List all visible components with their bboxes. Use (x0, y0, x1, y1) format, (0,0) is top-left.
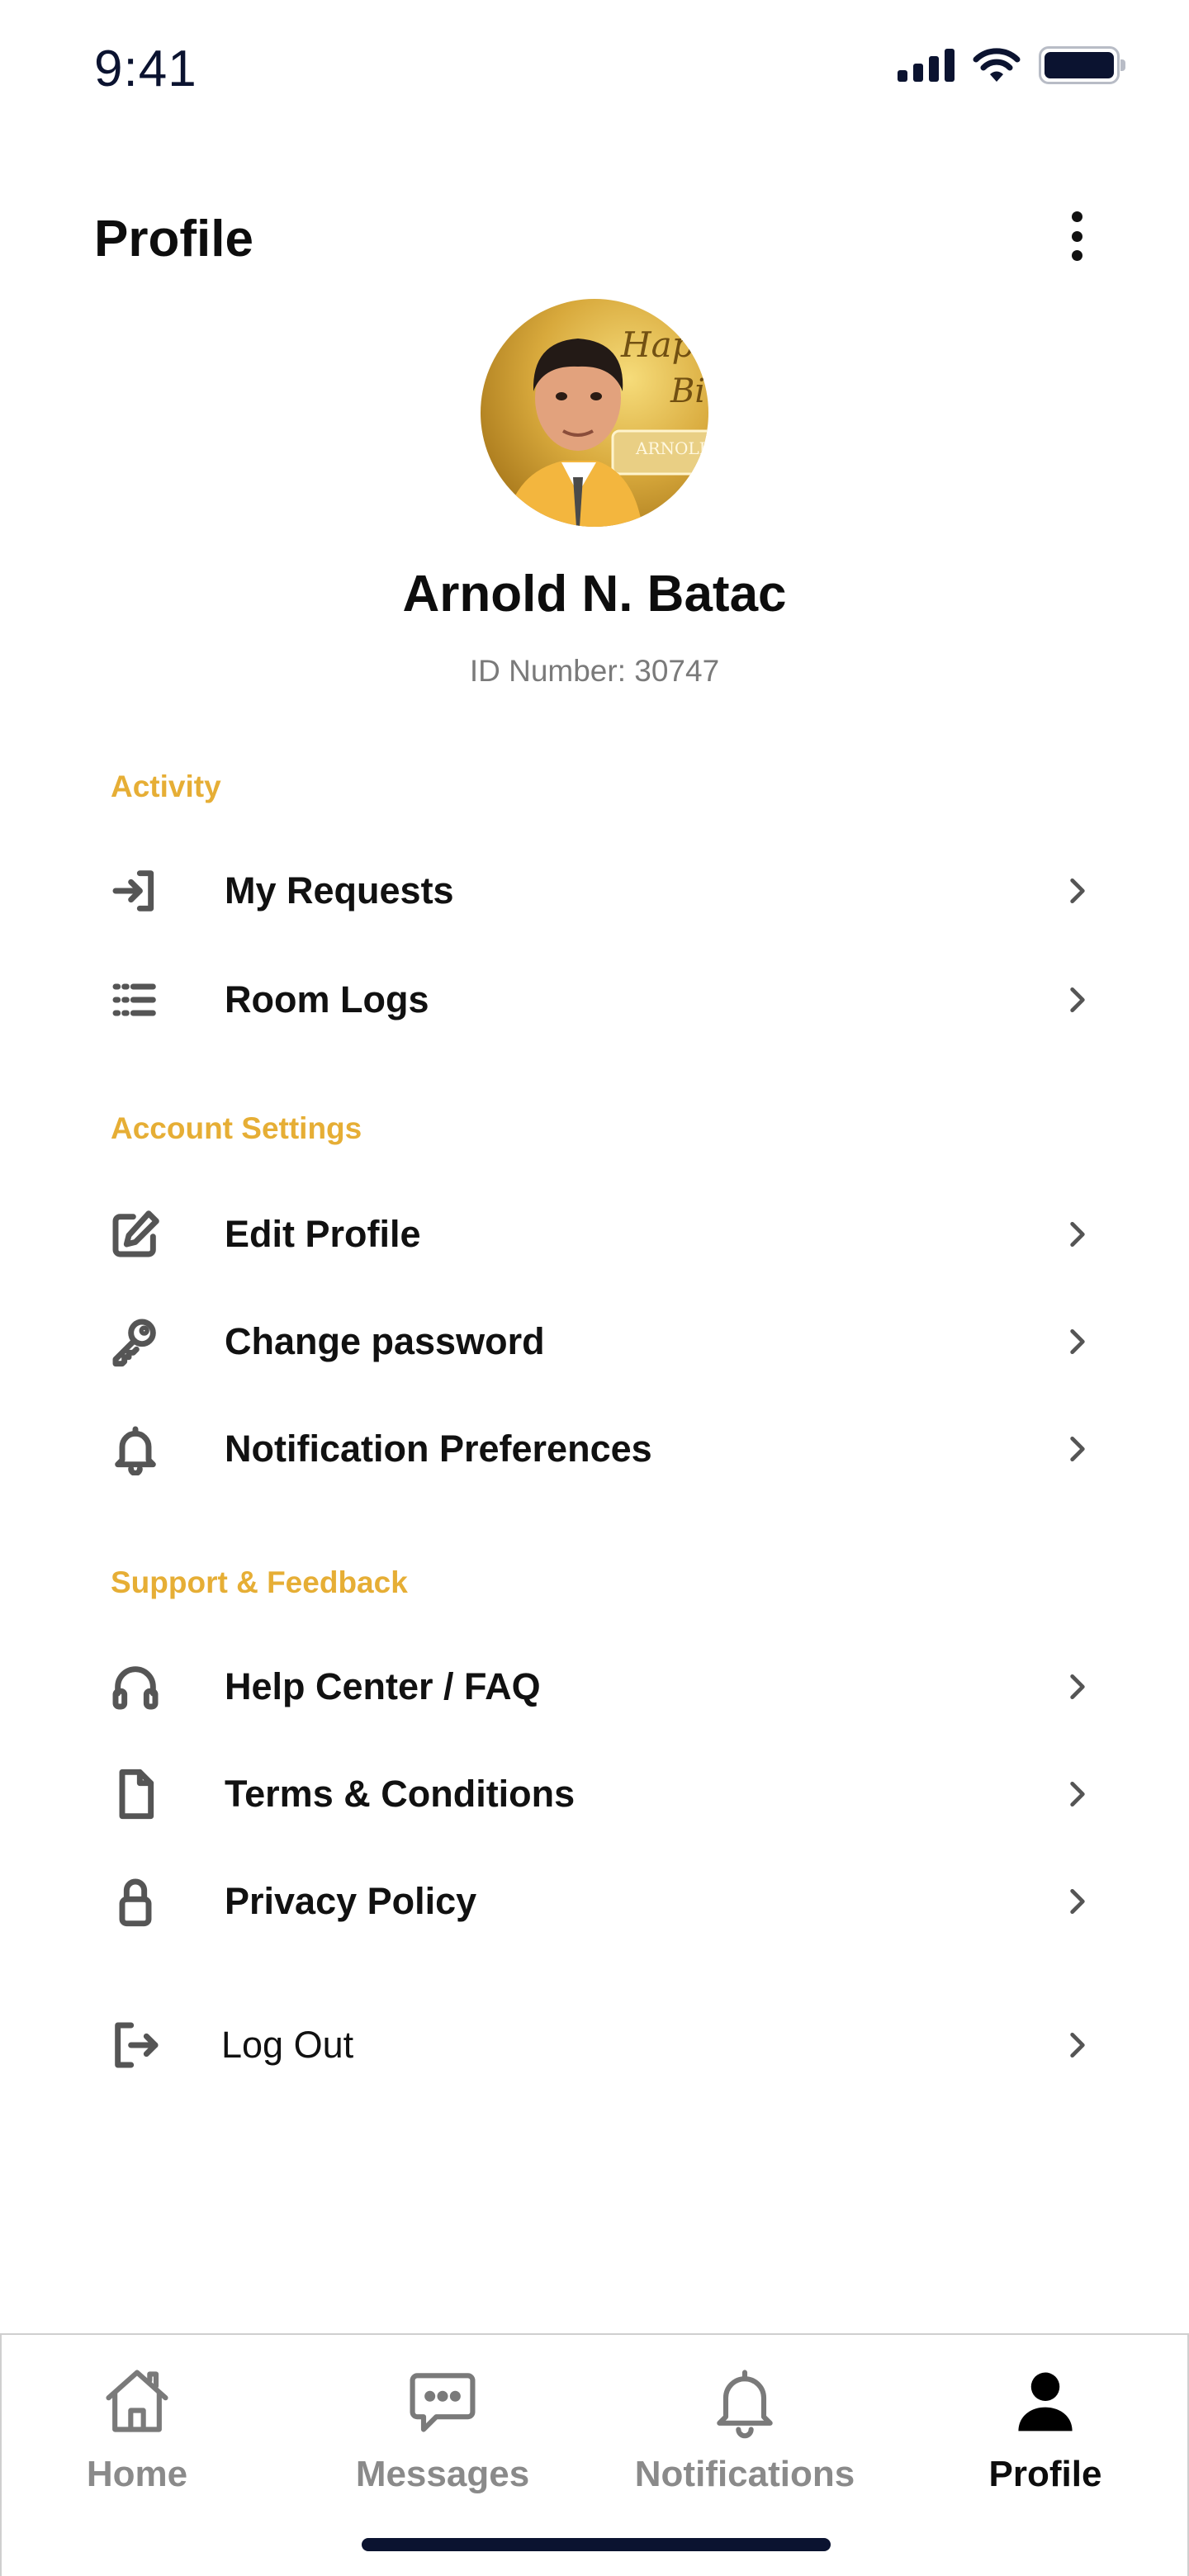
section-title-support-feedback: Support & Feedback (111, 1565, 408, 1599)
more-options-button[interactable] (1057, 208, 1097, 264)
nav-notifications[interactable]: Notifications (621, 2360, 869, 2525)
nav-label: Notifications (634, 2454, 855, 2494)
menu-item-label: Help Center / FAQ (225, 1665, 541, 1707)
chevron-right-icon (1070, 1436, 1085, 1462)
status-icons (898, 46, 1125, 84)
menu-item-label: Terms & Conditions (225, 1773, 576, 1815)
avatar[interactable]: Hap Bi ARNOLD (481, 299, 708, 527)
status-bar: 9:41 (0, 0, 1189, 140)
edit-icon (112, 1210, 159, 1257)
nav-label: Home (86, 2454, 188, 2494)
chevron-right-icon (1070, 2032, 1085, 2058)
home-icon (106, 2370, 168, 2432)
user-id-number: ID Number: 30747 (469, 654, 720, 688)
menu-item-label: Privacy Policy (225, 1880, 477, 1922)
chevron-right-icon (1070, 1674, 1085, 1700)
menu-item-label: Change password (225, 1320, 545, 1362)
chevron-right-icon (1070, 1781, 1085, 1807)
menu-item-change-password[interactable]: Change password (91, 1296, 1098, 1387)
svg-text:Bi: Bi (670, 372, 705, 410)
chevron-right-icon (1070, 878, 1085, 904)
nav-messages[interactable]: Messages (343, 2360, 542, 2525)
chevron-right-icon (1070, 1328, 1085, 1355)
key-icon (112, 1319, 156, 1367)
section-title-account-settings: Account Settings (111, 1111, 362, 1145)
sign-in-icon (112, 870, 154, 912)
chevron-right-icon (1070, 1221, 1085, 1248)
bell-icon (717, 2370, 773, 2439)
chevron-right-icon (1070, 1888, 1085, 1915)
menu-item-privacy-policy[interactable]: Privacy Policy (91, 1856, 1098, 1947)
user-name: Arnold N. Batac (402, 566, 787, 623)
dot (1071, 211, 1082, 222)
cellular-signal-icon (898, 49, 955, 82)
document-icon (119, 1769, 154, 1820)
wifi-icon (973, 48, 1021, 82)
chevron-right-icon (1070, 987, 1085, 1013)
dot (1071, 230, 1082, 242)
menu-item-notification-preferences[interactable]: Notification Preferences (91, 1404, 1098, 1494)
logout-label: Log Out (221, 2024, 354, 2066)
user-icon (1018, 2372, 1073, 2432)
menu-item-terms-conditions[interactable]: Terms & Conditions (91, 1749, 1098, 1840)
home-indicator (362, 2538, 831, 2551)
page-title: Profile (94, 211, 253, 268)
section-title-activity: Activity (111, 769, 221, 803)
menu-item-room-logs[interactable]: Room Logs (91, 954, 1098, 1045)
menu-item-label: Room Logs (225, 978, 429, 1020)
logout-button[interactable]: Log Out (91, 2000, 1098, 2091)
battery-icon (1039, 46, 1125, 84)
status-time: 9:41 (94, 40, 197, 97)
nav-home[interactable]: Home (79, 2360, 195, 2525)
menu-item-label: My Requests (225, 869, 454, 912)
lock-icon (119, 1878, 152, 1927)
chat-icon (410, 2373, 476, 2432)
svg-text:Hap: Hap (620, 324, 694, 365)
nav-label: Messages (355, 2454, 530, 2494)
menu-item-help-center[interactable]: Help Center / FAQ (91, 1641, 1098, 1732)
nav-profile[interactable]: Profile (979, 2360, 1111, 2525)
nav-label: Profile (988, 2454, 1102, 2494)
menu-item-label: Edit Profile (225, 1213, 421, 1255)
dot (1071, 250, 1082, 261)
menu-item-label: Notification Preferences (225, 1428, 652, 1470)
menu-item-edit-profile[interactable]: Edit Profile (91, 1189, 1098, 1280)
bell-icon (115, 1426, 156, 1475)
headphones-icon (112, 1666, 159, 1710)
menu-item-my-requests[interactable]: My Requests (91, 845, 1098, 936)
list-icon (112, 983, 156, 1016)
log-out-icon (115, 2022, 159, 2068)
svg-text:ARNOLD: ARNOLD (635, 438, 708, 458)
